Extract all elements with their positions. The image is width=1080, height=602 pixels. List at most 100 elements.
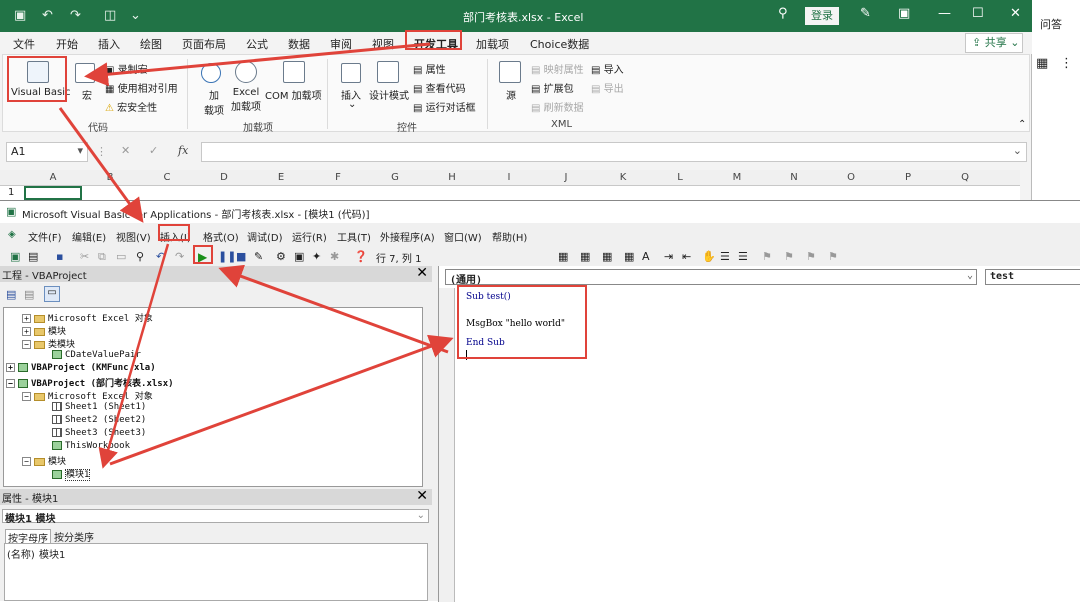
- project-explorer-icon[interactable]: ⚙: [276, 250, 289, 263]
- ribbon-display-icon[interactable]: ▣: [898, 6, 910, 21]
- tab-home[interactable]: 开始: [56, 36, 78, 52]
- tab-file[interactable]: 文件: [13, 36, 35, 52]
- tab-categorized[interactable]: 按分类序: [54, 529, 94, 544]
- collapse-icon[interactable]: −: [22, 457, 31, 466]
- import-button[interactable]: ▤ 导入: [591, 61, 624, 76]
- close-icon[interactable]: ✕: [416, 488, 428, 504]
- save-icon[interactable]: ▣: [14, 8, 26, 23]
- addins-icon[interactable]: [201, 63, 221, 83]
- tab-formulas[interactable]: 公式: [246, 36, 268, 52]
- screenshot-icon[interactable]: ◫: [104, 8, 116, 23]
- pen-icon[interactable]: ✎: [860, 6, 871, 21]
- indent-icon[interactable]: ⇥: [664, 250, 677, 263]
- collapse-icon[interactable]: −: [22, 340, 31, 349]
- property-value[interactable]: 模块1: [39, 546, 65, 561]
- object-browser-icon[interactable]: ✦: [312, 250, 325, 263]
- tab-view[interactable]: 视图: [372, 36, 394, 52]
- more-icon[interactable]: ⋮: [1060, 56, 1073, 71]
- tree-node[interactable]: + VBAProject (KMFunc.xla): [6, 363, 156, 373]
- selected-cell[interactable]: [24, 186, 82, 200]
- clear-bookmarks-icon[interactable]: ⚑: [828, 250, 841, 263]
- tab-insert[interactable]: 插入: [98, 36, 120, 52]
- vba-doc-icon[interactable]: ◈: [8, 229, 16, 240]
- view-excel-icon[interactable]: ▣: [10, 250, 23, 263]
- macros-button[interactable]: 宏: [82, 87, 92, 102]
- tree-node[interactable]: + 模块: [22, 324, 66, 337]
- design-mode-icon[interactable]: ✎: [254, 250, 267, 263]
- tree-node[interactable]: − 类模块: [22, 337, 75, 350]
- grid-icon[interactable]: ▦: [1036, 56, 1048, 71]
- expand-icon[interactable]: +: [22, 314, 31, 323]
- name-box[interactable]: A1 ▾: [6, 142, 88, 162]
- object-combo[interactable]: (通用) ⌄: [445, 269, 977, 286]
- collapse-icon[interactable]: −: [6, 379, 15, 388]
- next-bookmark-icon[interactable]: ⚑: [784, 250, 797, 263]
- expansion-pack-button[interactable]: ▤ 扩展包: [531, 80, 574, 95]
- minimize-icon[interactable]: —: [938, 6, 951, 21]
- column-header[interactable]: K: [613, 172, 633, 183]
- column-header[interactable]: L: [670, 172, 690, 183]
- menu-tools[interactable]: 工具(T): [337, 229, 371, 244]
- com-addins-icon[interactable]: [283, 61, 305, 83]
- column-header[interactable]: Q: [955, 172, 975, 183]
- column-header[interactable]: E: [271, 172, 291, 183]
- column-header[interactable]: A: [43, 172, 63, 183]
- design-mode-icon[interactable]: [377, 61, 399, 83]
- enter-icon[interactable]: ✓: [149, 144, 158, 157]
- tree-node[interactable]: − 模块: [22, 454, 66, 467]
- menu-file[interactable]: 文件(F): [28, 229, 62, 244]
- menu-run[interactable]: 运行(R): [292, 229, 327, 244]
- list-props-icon[interactable]: ▦: [558, 250, 571, 263]
- column-header[interactable]: B: [100, 172, 120, 183]
- param-info-icon[interactable]: ▦: [624, 250, 637, 263]
- toggle-breakpoint-icon[interactable]: ✋: [702, 250, 716, 263]
- xml-source-button[interactable]: 源: [506, 87, 516, 102]
- redo-icon[interactable]: ↷: [175, 250, 188, 263]
- share-button[interactable]: ⇪ 共享 ⌄: [965, 33, 1023, 53]
- help-icon[interactable]: ❓: [354, 250, 368, 263]
- column-header[interactable]: D: [214, 172, 234, 183]
- record-macro-button[interactable]: ▣ 录制宏: [105, 61, 148, 76]
- tab-addins[interactable]: 加载项: [476, 36, 509, 52]
- undo-icon[interactable]: ↶: [156, 250, 169, 263]
- collapse-ribbon-icon[interactable]: ⌃: [1018, 119, 1026, 130]
- tree-node[interactable]: + Microsoft Excel 对象: [22, 311, 153, 324]
- cancel-icon[interactable]: ✕: [121, 144, 130, 157]
- properties-button[interactable]: ▤ 属性: [413, 61, 446, 76]
- tab-page-layout[interactable]: 页面布局: [182, 36, 226, 52]
- comment-block-icon[interactable]: ☰: [720, 250, 733, 263]
- tab-data[interactable]: 数据: [288, 36, 310, 52]
- column-header[interactable]: F: [328, 172, 348, 183]
- view-code-icon[interactable]: ▤: [6, 288, 16, 301]
- procedure-combo[interactable]: test: [985, 269, 1080, 285]
- search-icon[interactable]: ⚲: [778, 6, 788, 21]
- list-constants-icon[interactable]: ▦: [580, 250, 593, 263]
- copy-icon[interactable]: ⧉: [98, 250, 111, 263]
- tab-draw[interactable]: 绘图: [140, 36, 162, 52]
- column-header[interactable]: I: [499, 172, 519, 183]
- menu-format[interactable]: 格式(O): [203, 229, 239, 244]
- expand-icon[interactable]: +: [6, 363, 15, 372]
- menu-addins[interactable]: 外接程序(A): [380, 229, 435, 244]
- paste-icon[interactable]: ▭: [116, 250, 129, 263]
- quick-info-icon[interactable]: ▦: [602, 250, 615, 263]
- uncomment-block-icon[interactable]: ☰: [738, 250, 751, 263]
- column-header[interactable]: M: [727, 172, 747, 183]
- redo-icon[interactable]: ↷: [70, 8, 81, 23]
- outdent-icon[interactable]: ⇤: [682, 250, 695, 263]
- tree-node[interactable]: Sheet1 (Sheet1): [52, 402, 146, 412]
- column-header[interactable]: O: [841, 172, 861, 183]
- qa-side-text[interactable]: 问答: [1040, 16, 1062, 32]
- insert-function-icon[interactable]: fx: [178, 144, 188, 157]
- maximize-icon[interactable]: ☐: [972, 6, 984, 21]
- column-header[interactable]: J: [556, 172, 576, 183]
- login-button[interactable]: 登录: [805, 7, 839, 25]
- macro-security-button[interactable]: ⚠ 宏安全性: [105, 99, 157, 114]
- close-icon[interactable]: ✕: [1010, 6, 1021, 21]
- menu-view[interactable]: 视图(V): [116, 229, 151, 244]
- menu-debug[interactable]: 调试(D): [247, 229, 283, 244]
- design-mode-button[interactable]: 设计模式: [369, 87, 409, 102]
- pause-icon[interactable]: ❚❚: [218, 250, 236, 263]
- prev-bookmark-icon[interactable]: ⚑: [806, 250, 819, 263]
- tab-choice-data[interactable]: Choice数据: [530, 36, 589, 52]
